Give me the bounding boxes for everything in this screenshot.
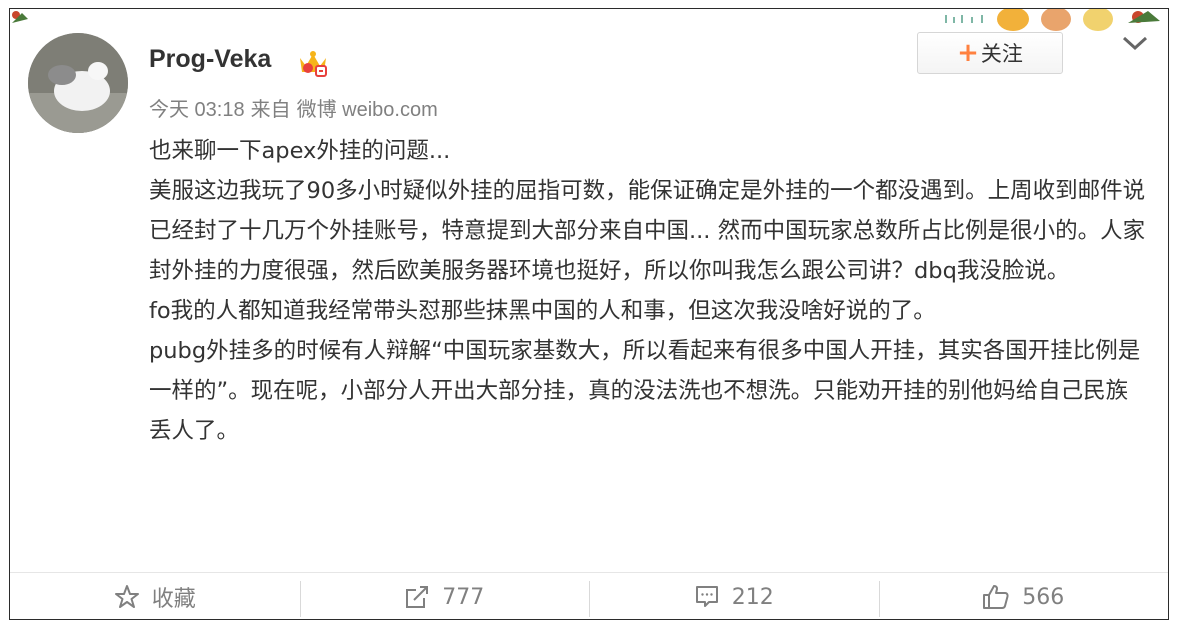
post-content: 也来聊一下apex外挂的问题... 美服这边我玩了90多小时疑似外挂的屈指可数，… bbox=[149, 131, 1149, 451]
post-meta: 今天 03:18 来自 微博 weibo.com bbox=[149, 93, 444, 122]
crown-badge-icon bbox=[300, 51, 327, 77]
weibo-post-card: Prog-Veka 今天 03:18 来自 微博 weibo.com + 关注 也来… bbox=[9, 8, 1169, 620]
favorite-button[interactable]: 收藏 bbox=[10, 573, 300, 621]
follow-button[interactable]: + 关注 bbox=[917, 32, 1063, 74]
avatar[interactable] bbox=[28, 33, 128, 133]
comment-icon bbox=[695, 586, 718, 607]
comment-button[interactable]: 212 bbox=[589, 573, 879, 621]
comment-count: 212 bbox=[731, 584, 774, 610]
like-count: 566 bbox=[1022, 584, 1065, 610]
username[interactable]: Prog-Veka bbox=[149, 45, 271, 74]
post-action-bar: 收藏 777 212 566 bbox=[10, 572, 1168, 621]
post-source[interactable]: 微博 weibo.com bbox=[297, 99, 438, 121]
plus-icon: + bbox=[957, 38, 979, 68]
post-time[interactable]: 今天 03:18 bbox=[149, 99, 245, 121]
post-paragraph: fo我的人都知道我经常带头怼那些抹黑中国的人和事，但这次我没啥好说的了。 bbox=[149, 298, 936, 324]
repost-icon bbox=[406, 586, 429, 608]
source-prefix: 来自 bbox=[250, 99, 291, 121]
follow-label: 关注 bbox=[980, 42, 1023, 66]
post-paragraph: 美服这边我玩了90多小时疑似外挂的屈指可数，能保证确定是外挂的一个都没遇到。上周… bbox=[149, 178, 1146, 284]
favorite-label: 收藏 bbox=[151, 587, 196, 612]
like-icon bbox=[983, 585, 1009, 609]
like-button[interactable]: 566 bbox=[878, 573, 1169, 621]
star-icon bbox=[114, 585, 139, 608]
chevron-down-icon[interactable] bbox=[1120, 33, 1150, 53]
post-paragraph: 也来聊一下apex外挂的问题... bbox=[149, 138, 451, 164]
repost-button[interactable]: 777 bbox=[299, 573, 590, 621]
holiday-decoration-left bbox=[12, 11, 28, 23]
repost-count: 777 bbox=[442, 584, 485, 610]
post-paragraph: pubg外挂多的时候有人辩解“中国玩家基数大，所以看起来有很多中国人开挂，其实各… bbox=[149, 338, 1141, 444]
